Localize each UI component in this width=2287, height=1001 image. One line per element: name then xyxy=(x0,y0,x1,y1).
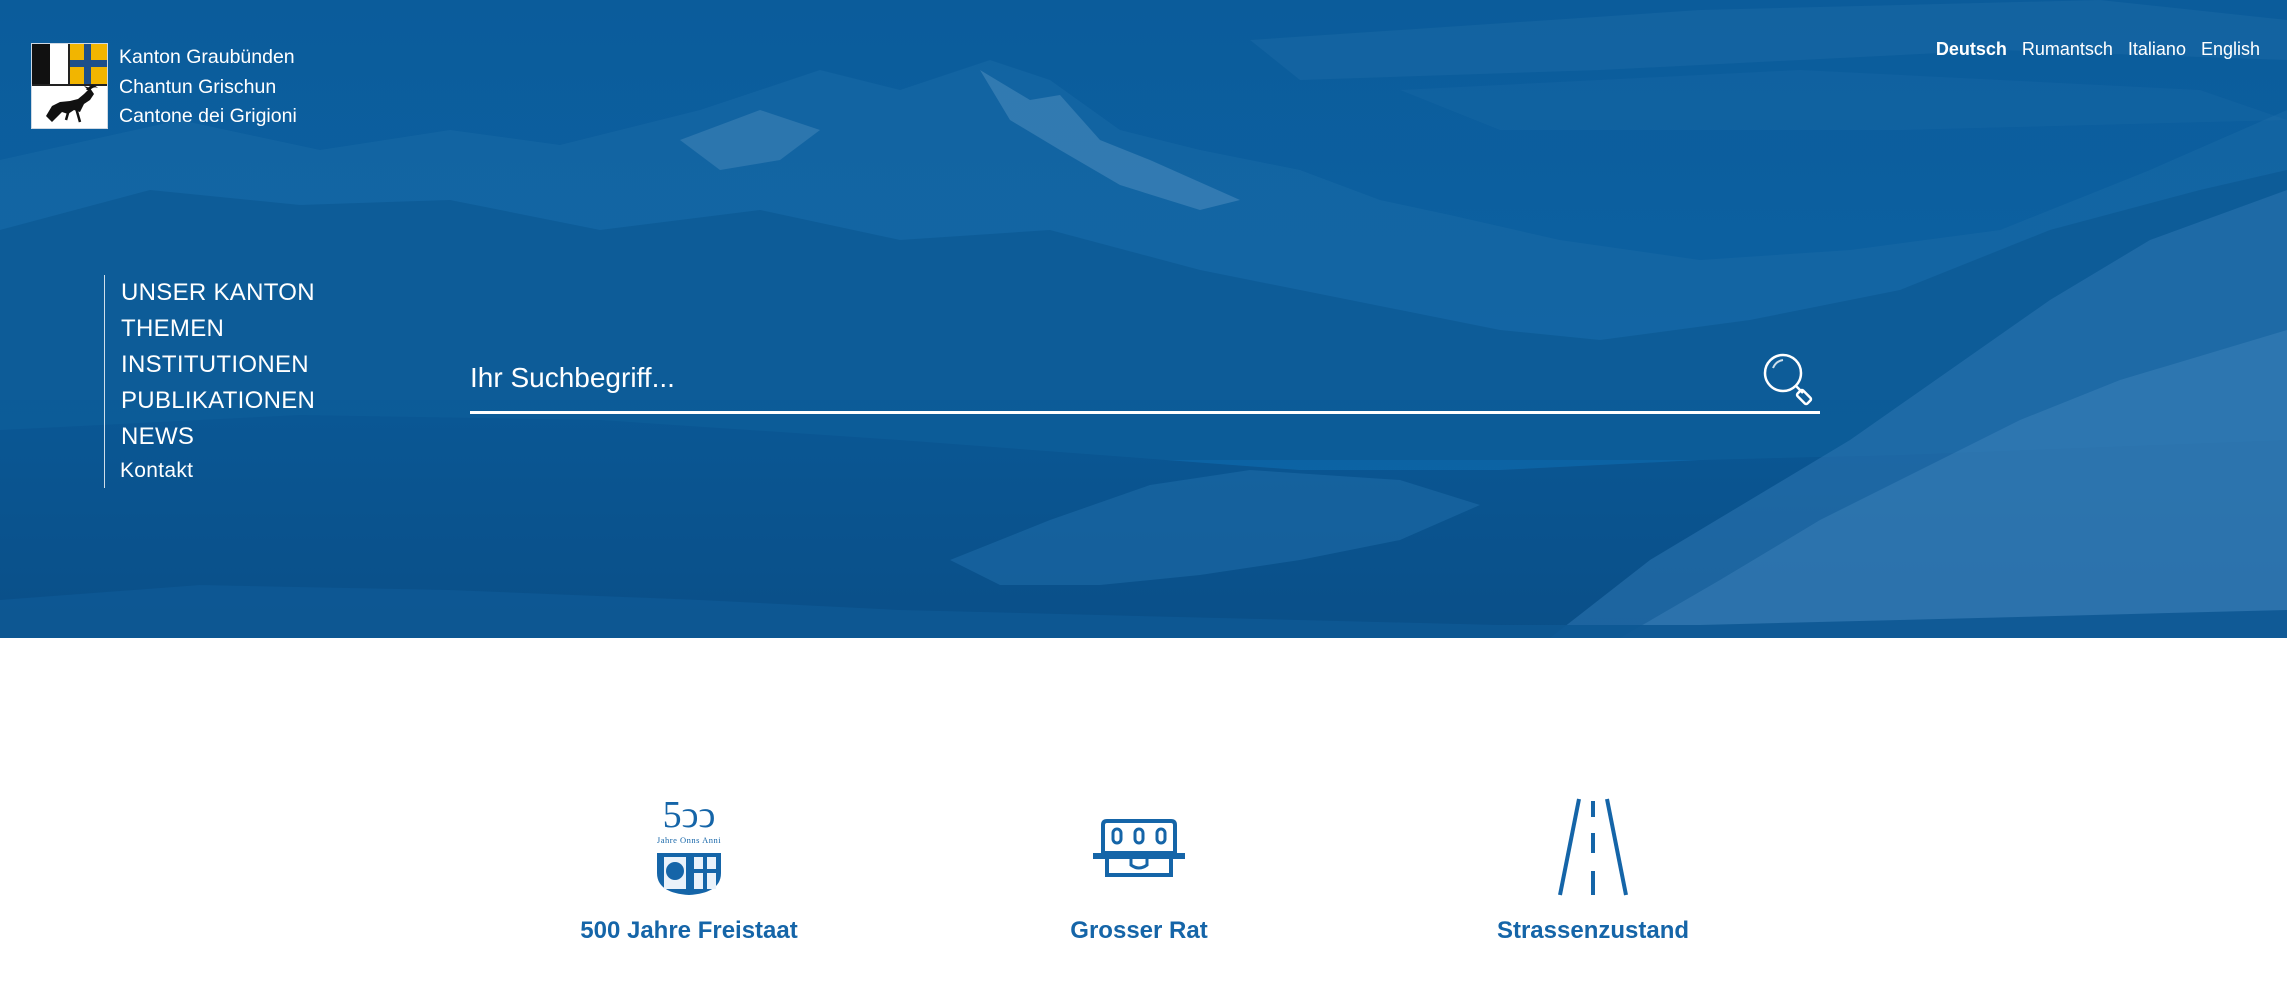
tile-500-jahre-freistaat[interactable]: 5ↄↄ Jahre Onns Anni 500 Jahre Freistaat xyxy=(529,795,849,945)
svg-text:5ↄↄ: 5ↄↄ xyxy=(663,795,716,836)
road-icon xyxy=(1558,798,1628,896)
parliament-building-icon xyxy=(1093,819,1185,877)
tile-strassenzustand[interactable]: Strassenzustand xyxy=(1433,795,1753,945)
canton-name-rm: Chantun Grischun xyxy=(119,75,277,98)
mountain-lake-background xyxy=(0,0,2287,638)
tile-grosser-rat[interactable]: Grosser Rat xyxy=(979,795,1299,945)
nav-item-publikationen[interactable]: PUBLIKATIONEN xyxy=(121,383,315,419)
canton-name-it: Cantone dei Grigioni xyxy=(119,105,297,127)
tile-label-strassenzustand: Strassenzustand xyxy=(1496,917,1690,944)
canton-names: Kanton Graubünden Chantun Grischun Canto… xyxy=(119,43,297,132)
anniversary-500-icon: 5ↄↄ Jahre Onns Anni xyxy=(657,795,721,895)
language-italiano[interactable]: Italiano xyxy=(2128,39,2186,60)
tile-label-500-jahre-freistaat: 500 Jahre Freistaat xyxy=(580,917,798,944)
tile-label-grosser-rat: Grosser Rat xyxy=(1070,917,1208,944)
nav-item-unser-kanton[interactable]: UNSER KANTON xyxy=(121,275,315,311)
nav-item-kontakt[interactable]: Kontakt xyxy=(120,455,315,487)
language-switcher: Deutsch Rumantsch Italiano English xyxy=(1936,39,2260,60)
nav-item-themen[interactable]: THEMEN xyxy=(121,311,315,347)
search-icon[interactable] xyxy=(1762,352,1816,406)
language-deutsch[interactable]: Deutsch xyxy=(1936,39,2007,60)
nav-item-institutionen[interactable]: INSTITUTIONEN xyxy=(121,347,315,383)
quick-links: 5ↄↄ Jahre Onns Anni 500 Jahre Freistaat … xyxy=(0,638,2287,1001)
language-rumantsch[interactable]: Rumantsch xyxy=(2022,39,2113,60)
svg-text:Jahre Onns Anni: Jahre Onns Anni xyxy=(657,835,721,845)
main-navigation: UNSER KANTON THEMEN INSTITUTIONEN PUBLIK… xyxy=(104,275,315,488)
nav-item-news[interactable]: NEWS xyxy=(121,419,315,455)
search-input[interactable] xyxy=(470,352,1720,404)
canton-logo[interactable]: Kanton Graubünden Chantun Grischun Canto… xyxy=(31,43,297,132)
hero-banner: Kanton Graubünden Chantun Grischun Canto… xyxy=(0,0,2287,638)
coat-of-arms-icon xyxy=(31,43,108,129)
search-bar xyxy=(470,344,1820,414)
canton-name-de: Kanton Graubünden xyxy=(119,46,295,68)
language-english[interactable]: English xyxy=(2201,39,2260,60)
